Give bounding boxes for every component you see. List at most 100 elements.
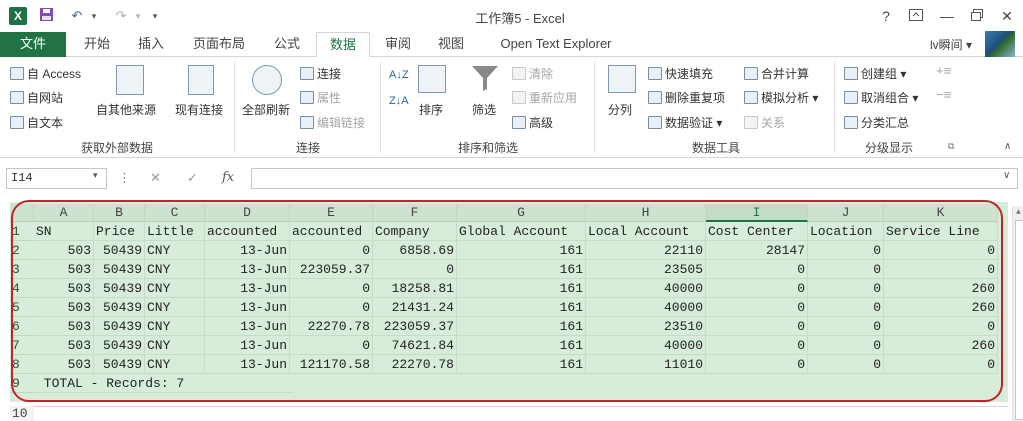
group-label-data-tools: 数据工具 (691, 141, 740, 155)
properties-button[interactable]: 属性 (300, 89, 341, 106)
sort-az-icon[interactable]: A↓Z (389, 69, 409, 81)
redo-dropdown-icon[interactable]: ▾ (132, 7, 144, 25)
text-file-icon (10, 116, 24, 129)
name-box-dropdown-icon[interactable]: ▾ (93, 170, 98, 181)
what-if-analysis-button[interactable]: 模拟分析 ▾ (744, 89, 818, 106)
edit-links-icon (300, 116, 314, 129)
reapply-icon (512, 91, 526, 104)
clear-filter-button[interactable]: 清除 (512, 65, 553, 82)
group-label-connections: 连接 (295, 141, 320, 155)
tab-insert[interactable]: 插入 (128, 32, 174, 57)
text-to-columns-button[interactable]: 分列 (608, 101, 632, 118)
tab-view[interactable]: 视图 (428, 32, 474, 57)
enter-icon[interactable]: ✓ (187, 170, 198, 186)
from-access-button[interactable]: 自 Access (10, 65, 81, 82)
show-detail-icon[interactable]: +≡ (936, 63, 951, 78)
tab-formulas[interactable]: 公式 (264, 32, 310, 57)
restore-button[interactable] (964, 6, 990, 26)
row-header[interactable]: 10 (10, 406, 34, 421)
tab-data[interactable]: 数据 (316, 32, 370, 58)
properties-icon (300, 91, 314, 104)
globe-icon (10, 91, 24, 104)
tab-review[interactable]: 审阅 (376, 32, 420, 57)
subtotal-icon (844, 116, 858, 129)
filter-funnel-icon (470, 63, 500, 96)
customize-toolbar-icon[interactable]: ▾ (148, 7, 162, 25)
minimize-button[interactable]: — (934, 6, 960, 26)
empty-row[interactable] (10, 406, 1008, 421)
tab-home[interactable]: 开始 (76, 32, 118, 57)
reapply-button[interactable]: 重新应用 (512, 89, 577, 106)
excel-window: X ↶ ▾ ↷ ▾ ▾ 工作簿5 - Excel ? — ✕ 文件 开始 插入 … (0, 0, 1023, 421)
undo-dropdown-icon[interactable]: ▾ (88, 7, 100, 25)
connections-button[interactable]: 连接 (300, 65, 341, 82)
close-button[interactable]: ✕ (994, 6, 1020, 26)
ribbon: 自 Access 自网站 自文本 自其他来源 现有连接 获取外部数据 全部刷新 … (0, 57, 1023, 158)
clear-icon (512, 67, 526, 80)
ribbon-display-options-icon[interactable] (903, 6, 929, 26)
help-button[interactable]: ? (873, 6, 899, 26)
name-box[interactable]: I14 (6, 168, 107, 189)
worksheet-grid[interactable]: A B C D E F G H I J K 1 SN Price Little accounted accoun… (10, 200, 1023, 421)
insert-function-icon[interactable]: fx (222, 170, 234, 185)
group-label-external-data: 获取外部数据 (80, 141, 153, 155)
connections-icon (300, 67, 314, 80)
user-name[interactable]: lv瞬间 ▾ (930, 36, 972, 53)
sort-button[interactable]: 排序 (419, 101, 443, 118)
ribbon-separator (834, 61, 835, 153)
advanced-filter-button[interactable]: 高级 (512, 114, 553, 131)
flash-fill-button[interactable]: 快速填充 (648, 65, 713, 82)
from-other-sources-button[interactable]: 自其他来源 (96, 101, 156, 118)
cancel-icon[interactable]: ✕ (150, 170, 161, 186)
group-label-outline: 分级显示 (864, 141, 913, 155)
hide-detail-icon[interactable]: −≡ (936, 87, 951, 102)
sort-dialog-icon (418, 65, 446, 93)
formula-bar-menu-icon[interactable]: ⋮ (118, 170, 131, 186)
other-sources-icon (116, 65, 144, 95)
scroll-thumb[interactable] (1015, 220, 1023, 420)
tab-page-layout[interactable]: 页面布局 (184, 32, 254, 57)
flash-fill-icon (648, 67, 662, 80)
redo-icon[interactable]: ↷ (110, 7, 132, 25)
refresh-all-icon (252, 65, 282, 95)
relationships-icon (744, 116, 758, 129)
avatar[interactable] (985, 31, 1015, 58)
ungroup-icon (844, 91, 858, 104)
save-icon[interactable] (37, 7, 55, 25)
remove-duplicates-icon (648, 91, 662, 104)
group-icon (844, 67, 858, 80)
outline-settings-icon[interactable]: ⧉ (948, 141, 954, 152)
data-validation-button[interactable]: 数据验证 ▾ (648, 114, 722, 131)
formula-input[interactable] (251, 168, 1018, 189)
remove-duplicates-button[interactable]: 删除重复项 (648, 89, 725, 106)
filter-button[interactable]: 筛选 (472, 101, 496, 118)
annotation-frame (11, 200, 1003, 402)
advanced-filter-icon (512, 116, 526, 129)
tab-file[interactable]: 文件 (0, 32, 66, 57)
from-web-button[interactable]: 自网站 (10, 89, 63, 106)
window-title: 工作簿5 - Excel (475, 11, 565, 26)
group-button[interactable]: 创建组 ▾ (844, 65, 906, 82)
edit-links-button[interactable]: 编辑链接 (300, 114, 365, 131)
undo-icon[interactable]: ↶ (66, 7, 88, 25)
access-icon (10, 67, 24, 80)
consolidate-button[interactable]: 合并计算 (744, 65, 809, 82)
text-to-columns-icon (608, 65, 636, 93)
relationships-button[interactable]: 关系 (744, 114, 785, 131)
from-text-button[interactable]: 自文本 (10, 114, 63, 131)
expand-formula-bar-icon[interactable]: ∨ (1003, 170, 1010, 181)
vertical-scrollbar[interactable]: ▲ (1012, 206, 1023, 421)
ungroup-button[interactable]: 取消组合 ▾ (844, 89, 918, 106)
scroll-up-icon[interactable]: ▲ (1016, 208, 1021, 217)
collapse-ribbon-icon[interactable]: ∧ (1004, 141, 1011, 152)
refresh-all-button[interactable]: 全部刷新 (242, 101, 290, 118)
sort-za-icon[interactable]: Z↓A (389, 95, 409, 107)
existing-connections-icon (188, 65, 214, 95)
subtotal-button[interactable]: 分类汇总 (844, 114, 909, 131)
existing-connections-button[interactable]: 现有连接 (175, 101, 223, 118)
consolidate-icon (744, 67, 758, 80)
data-validation-icon (648, 116, 662, 129)
group-label-sort-filter: 排序和筛选 (457, 141, 518, 155)
tab-open-text-explorer[interactable]: Open Text Explorer (486, 32, 626, 57)
what-if-icon (744, 91, 758, 104)
